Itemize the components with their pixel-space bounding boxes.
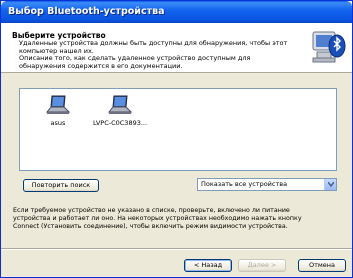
device-label: LVPC-C0C3893... bbox=[92, 119, 148, 127]
chevron-down-icon[interactable] bbox=[324, 179, 336, 190]
bluetooth-computer-icon bbox=[311, 28, 347, 66]
cancel-button[interactable]: Отмена bbox=[298, 259, 346, 272]
help-text-line: Connect (Установить соединение), чтобы в… bbox=[13, 222, 288, 230]
next-button[interactable]: Далее > bbox=[238, 259, 286, 272]
laptop-icon bbox=[107, 95, 133, 115]
device-filter-select[interactable]: Показать все устройства bbox=[197, 178, 337, 191]
retry-search-button[interactable]: Повторить поиск bbox=[23, 179, 99, 192]
wizard-header: Выберите устройство Удаленные устройства… bbox=[1, 23, 352, 73]
device-label: asus bbox=[50, 119, 66, 127]
filter-selected-value: Показать все устройства bbox=[201, 180, 288, 188]
title-bar[interactable]: Выбор Bluetooth-устройства bbox=[1, 1, 352, 23]
device-list[interactable]: asus LVPC-C0C3893... bbox=[19, 88, 337, 171]
footer-divider bbox=[1, 248, 352, 250]
help-text: Если требуемое устройство не указано в с… bbox=[13, 207, 343, 230]
header-description: Удаленные устройства должны быть доступн… bbox=[19, 39, 304, 70]
window-title: Выбор Bluetooth-устройства bbox=[8, 6, 165, 17]
help-text-line: устройства и работает ли оно. На некотор… bbox=[13, 214, 302, 222]
help-text-line: Если требуемое устройство не указано в с… bbox=[13, 207, 290, 214]
bluetooth-device-picker-window: Выбор Bluetooth-устройства Выберите устр… bbox=[0, 0, 353, 278]
device-item-lvpc[interactable]: LVPC-C0C3893... bbox=[85, 95, 155, 127]
laptop-icon bbox=[45, 95, 71, 115]
header-desc-line: обнаружения содержится в его документаци… bbox=[19, 61, 183, 70]
back-button[interactable]: < Назад bbox=[184, 259, 232, 272]
device-item-asus[interactable]: asus bbox=[23, 95, 93, 127]
